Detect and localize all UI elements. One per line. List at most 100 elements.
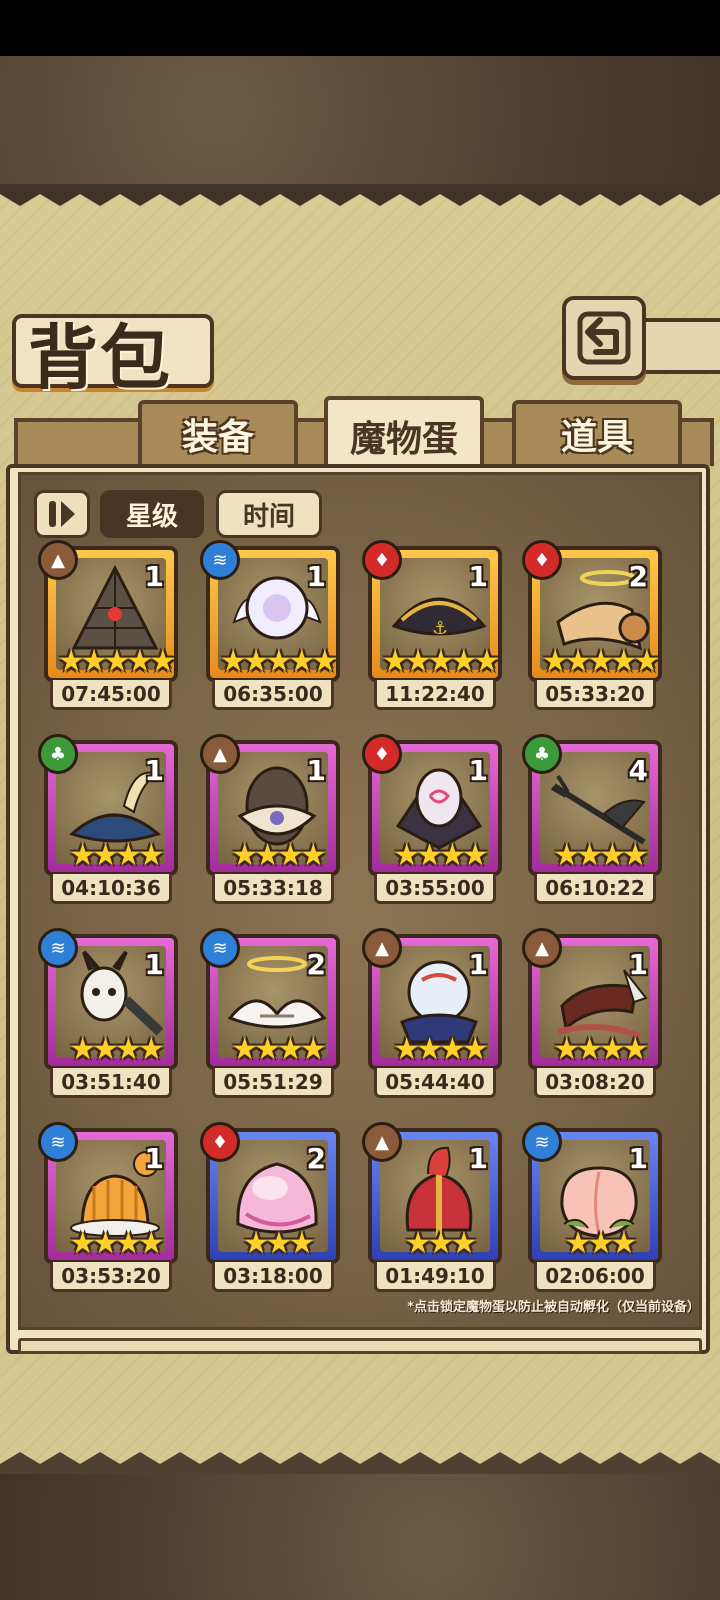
egg-stars: ★★★★ [69,1032,165,1067]
egg-hatch-timer: 05:33:20 [534,680,656,710]
egg-hatch-timer: 05:44:40 [374,1068,496,1098]
egg-count: 1 [144,948,164,981]
egg-count: 1 [468,948,488,981]
page-title: 背包 [28,316,172,399]
sort-by-time-button[interactable]: 时间 [216,490,322,538]
earth-element-icon: ▲ [362,928,402,968]
sort-by-time-label: 时间 [242,501,295,532]
egg-card-scroll-blade[interactable]: 1 ★★★★ ▲ 03:08:20 [522,928,662,1104]
sort-order-button[interactable] [34,490,90,538]
egg-card-winged-pearl[interactable]: 1 ★★★★★ ≋ 06:35:00 [200,540,340,716]
egg-card-pyramid[interactable]: 1 ★★★★★ ▲ 07:45:00 [38,540,178,716]
tab-equipment[interactable]: 装备 [138,400,298,464]
egg-stars: ★★★★★ [219,644,338,679]
egg-count: 2 [306,1142,326,1175]
egg-count: 1 [628,1142,648,1175]
egg-card-plume-helmet[interactable]: 1 ★★★ ▲ 01:49:10 [362,1122,502,1298]
egg-stars: ★★★ [242,1226,316,1261]
egg-card-pudding[interactable]: 1 ★★★★ ≋ 03:53:20 [38,1122,178,1298]
egg-stars: ★★★★ [231,1032,327,1067]
egg-count: 1 [144,1142,164,1175]
water-element-icon: ≋ [38,1122,78,1162]
egg-hatch-timer: 04:10:36 [50,874,172,904]
back-arrow-icon [577,311,631,365]
earth-element-icon: ▲ [200,734,240,774]
svg-text:⚓: ⚓ [432,618,448,639]
egg-hatch-timer: 07:45:00 [50,680,172,710]
egg-card-pirate-hat[interactable]: ⚓ 1 ★★★★★ ♦ 11:22:40 [362,540,502,716]
egg-count: 2 [628,560,648,593]
water-element-icon: ≋ [38,928,78,968]
egg-card-halo-wings[interactable]: 2 ★★★★ ≋ 05:51:29 [200,928,340,1104]
egg-count: 1 [468,560,488,593]
egg-stars: ★★★★ [69,1226,165,1261]
egg-count: 1 [144,560,164,593]
egg-card-peach[interactable]: 1 ★★★ ≋ 02:06:00 [522,1122,662,1298]
tab-items-label: 道具 [560,417,633,458]
egg-hatch-timer: 06:10:22 [534,874,656,904]
leaf-element-icon: ♣ [522,734,562,774]
panel-bottom-bar [18,1338,702,1354]
egg-count: 2 [306,948,326,981]
lock-hint-text: *点击锁定魔物蛋以防止被自动孵化（仅当前设备） [407,1300,700,1315]
tab-monster-eggs[interactable]: 魔物蛋 [324,396,484,472]
egg-hatch-timer: 03:08:20 [534,1068,656,1098]
map-background-top [0,56,720,188]
egg-stars: ★★★★ [553,1032,649,1067]
zigzag-border-top [0,184,720,206]
tab-equipment-label: 装备 [181,417,254,458]
egg-hatch-timer: 02:06:00 [534,1262,656,1292]
sort-order-icon [49,501,75,527]
earth-element-icon: ▲ [522,928,562,968]
egg-card-feathered-hat[interactable]: 1 ★★★★ ♣ 04:10:36 [38,734,178,910]
egg-hatch-timer: 03:51:40 [50,1068,172,1098]
egg-count: 1 [468,754,488,787]
egg-count: 1 [628,948,648,981]
egg-stars: ★★★ [564,1226,638,1261]
sort-by-stars-button[interactable]: 星级 [100,490,204,538]
earth-element-icon: ▲ [362,1122,402,1162]
egg-stars: ★★★★ [69,838,165,873]
water-element-icon: ≋ [200,540,240,580]
fire-element-icon: ♦ [200,1122,240,1162]
egg-stars: ★★★★ [393,1032,489,1067]
egg-hatch-timer: 05:33:18 [212,874,334,904]
egg-card-bat-mask[interactable]: 1 ★★★★ ♦ 03:55:00 [362,734,502,910]
egg-hatch-timer: 03:18:00 [212,1262,334,1292]
egg-count: 4 [628,754,648,787]
egg-card-bunny-doll[interactable]: 1 ★★★★ ≋ 03:51:40 [38,928,178,1104]
game-screen: 背包 装备 魔物蛋 道具 星级 时间 1 ★★★★★ ▲ 07:45:00 1 ★★★★★… [0,0,720,1600]
sort-by-stars-label: 星级 [125,501,178,532]
zigzag-border-bottom [0,1452,720,1474]
egg-hatch-timer: 11:22:40 [374,680,496,710]
back-button[interactable] [562,296,646,380]
status-bar [0,0,720,56]
egg-hatch-timer: 05:51:29 [212,1068,334,1098]
egg-stars: ★★★★★ [381,644,500,679]
back-button-rail [640,318,720,374]
tab-monster-eggs-label: 魔物蛋 [349,419,458,460]
egg-hatch-timer: 03:53:20 [50,1262,172,1292]
egg-count: 1 [306,754,326,787]
egg-count: 1 [468,1142,488,1175]
fire-element-icon: ♦ [362,540,402,580]
egg-card-pink-slime[interactable]: 2 ★★★ ♦ 03:18:00 [200,1122,340,1298]
egg-hatch-timer: 03:55:00 [374,874,496,904]
egg-stars: ★★★★ [393,838,489,873]
tab-items[interactable]: 道具 [512,400,682,464]
egg-count: 1 [306,560,326,593]
egg-card-crystal-ball[interactable]: 1 ★★★★ ▲ 05:44:40 [362,928,502,1104]
egg-stars: ★★★ [404,1226,478,1261]
egg-card-devil-trident[interactable]: 4 ★★★★ ♣ 06:10:22 [522,734,662,910]
egg-stars: ★★★★★ [541,644,660,679]
map-background-bottom [0,1470,720,1600]
egg-stars: ★★★★ [553,838,649,873]
egg-stars: ★★★★★ [57,644,176,679]
leaf-element-icon: ♣ [38,734,78,774]
fire-element-icon: ♦ [522,540,562,580]
egg-card-veiled-egg[interactable]: 1 ★★★★ ▲ 05:33:18 [200,734,340,910]
water-element-icon: ≋ [200,928,240,968]
egg-card-angel-horn[interactable]: 2 ★★★★★ ♦ 05:33:20 [522,540,662,716]
egg-count: 1 [144,754,164,787]
water-element-icon: ≋ [522,1122,562,1162]
